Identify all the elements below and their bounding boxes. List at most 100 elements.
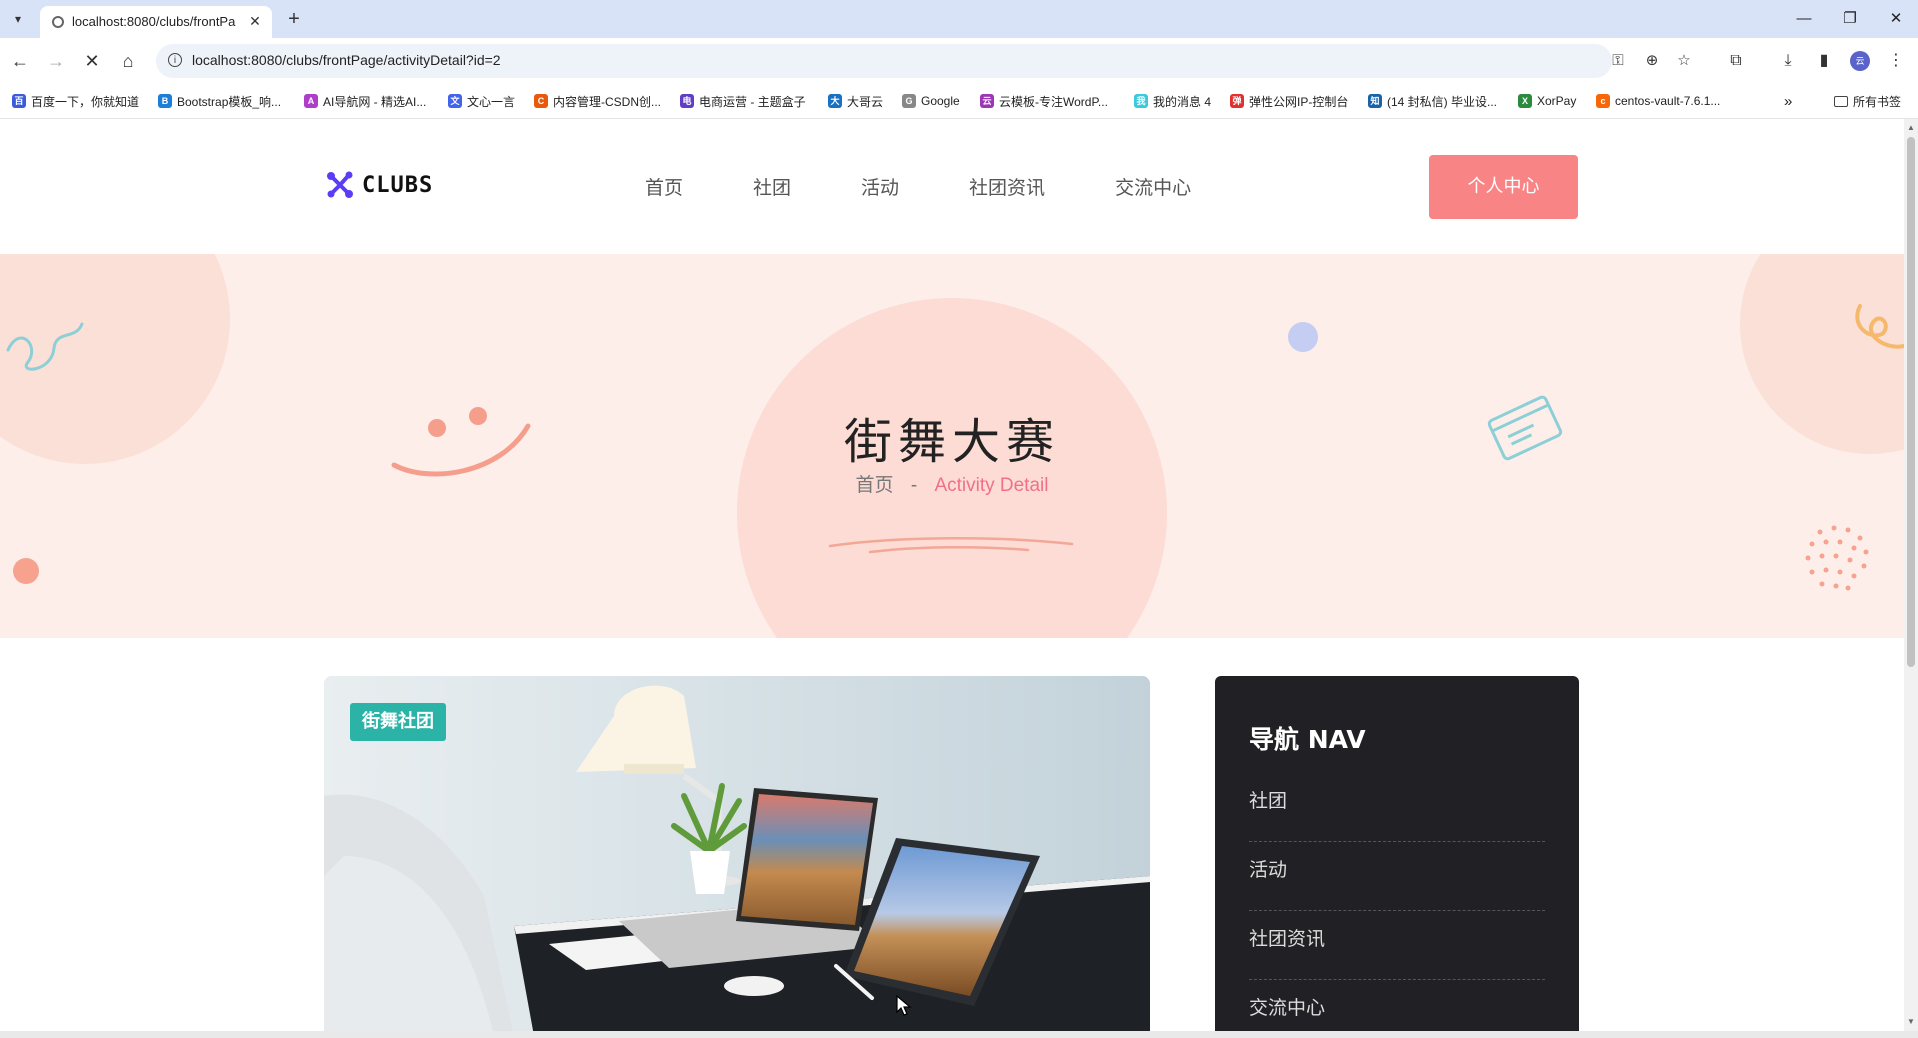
- breadcrumb-separator: -: [910, 475, 918, 496]
- sidebar-item-club-news[interactable]: 社团资讯: [1249, 910, 1545, 980]
- all-bookmarks-folder[interactable]: 所有书签: [1834, 92, 1901, 110]
- minimize-icon[interactable]: —: [1784, 8, 1824, 30]
- download-icon[interactable]: ⤓: [1776, 49, 1800, 73]
- breadcrumb-current: Activity Detail: [934, 475, 1049, 496]
- bookmark-centos-vault[interactable]: c centos-vault-7.6.1...: [1596, 92, 1720, 110]
- bookmark-label: 弹性公网IP-控制台: [1249, 94, 1349, 109]
- bookmarks-bar: 百百度一下，你就知道 B Bootstrap模板_响... A AI导航网 - 精选AI…: [0, 84, 1918, 119]
- bookmark-label: (14 封私信) 毕业设...: [1387, 94, 1498, 109]
- page-banner: 街舞大赛 首页 - Activity Detail: [0, 254, 1904, 638]
- browser-toolbar: ← → ✕ ⌂ i localhost:8080/clubs/frontPage…: [0, 38, 1918, 84]
- mouse-cursor-icon: [896, 995, 912, 1016]
- bookmark-label: AI导航网 - 精选AI...: [323, 94, 427, 109]
- nav-home[interactable]: 首页: [645, 173, 683, 200]
- sidebar-item-forum[interactable]: 交流中心: [1249, 979, 1545, 1031]
- nav-activities[interactable]: 活动: [861, 173, 899, 200]
- sidebar-item-label: 社团资讯: [1249, 928, 1326, 950]
- stop-loading-icon[interactable]: ✕: [80, 49, 104, 73]
- bookmark-baidu[interactable]: 百百度一下，你就知道: [12, 92, 139, 110]
- address-bar[interactable]: i localhost:8080/clubs/frontPage/activit…: [156, 44, 1691, 78]
- scroll-down-arrow-icon[interactable]: ▼: [1904, 1015, 1918, 1029]
- sidebar-item-activities[interactable]: 活动: [1249, 841, 1545, 911]
- bookmark-wenxin[interactable]: 文文心一言: [448, 92, 515, 110]
- breadcrumb: 首页 - Activity Detail: [0, 470, 1904, 497]
- bookmark-csdn[interactable]: C 内容管理-CSDN创...: [534, 92, 661, 110]
- main-nav: 首页 社团 活动 社团资讯 交流中心: [645, 173, 1261, 200]
- site-info-icon[interactable]: i: [168, 53, 182, 67]
- bookmark-label: 百度一下，你就知道: [31, 94, 140, 109]
- horizontal-scrollbar[interactable]: [0, 1031, 1918, 1038]
- bookmark-label: XorPay: [1537, 94, 1577, 108]
- bookmark-label: 电商运营 - 主题盒子: [699, 94, 806, 109]
- bookmark-ai-nav[interactable]: A AI导航网 - 精选AI...: [304, 92, 426, 110]
- dage-cloud-favicon-icon: 大: [828, 94, 842, 108]
- bookmark-elastic-ip[interactable]: 弹弹性公网IP-控制台: [1230, 92, 1348, 110]
- scroll-up-arrow-icon[interactable]: ▲: [1904, 121, 1918, 135]
- club-category-badge[interactable]: 街舞社团: [350, 703, 446, 741]
- restore-icon[interactable]: ❐: [1830, 8, 1870, 30]
- zhihu-messages-favicon-icon: 知: [1368, 94, 1382, 108]
- vertical-scrollbar[interactable]: ▲ ▼: [1904, 119, 1918, 1031]
- bookmark-ecommerce[interactable]: 电电商运营 - 主题盒子: [680, 92, 806, 110]
- ai-nav-favicon-icon: A: [304, 94, 318, 108]
- centos-vault-favicon-icon: c: [1596, 94, 1610, 108]
- bookmark-my-messages[interactable]: 我我的消息 4: [1134, 92, 1211, 110]
- close-tab-icon[interactable]: ✕: [246, 12, 264, 30]
- close-window-icon[interactable]: ✕: [1876, 8, 1916, 30]
- all-bookmarks-label: 所有书签: [1853, 94, 1902, 109]
- logo-text: CLUBS: [362, 172, 434, 198]
- url-text[interactable]: localhost:8080/clubs/frontPage/activityD…: [192, 52, 501, 68]
- browser-tab-active[interactable]: localhost:8080/clubs/frontPa ✕: [40, 6, 272, 38]
- bookmark-zhihu-messages[interactable]: 知 (14 封私信) 毕业设...: [1368, 92, 1497, 110]
- page-title: 街舞大赛: [843, 414, 1060, 470]
- profile-avatar[interactable]: 云: [1850, 51, 1870, 71]
- extensions-puzzle-icon[interactable]: ⧉: [1724, 49, 1748, 73]
- side-panel-icon[interactable]: ▮: [1812, 49, 1836, 73]
- bookmark-yun-template[interactable]: 云云模板-专注WordP...: [980, 92, 1108, 110]
- back-arrow-icon[interactable]: ←: [8, 49, 32, 73]
- elastic-ip-favicon-icon: 弹: [1230, 94, 1244, 108]
- my-messages-favicon-icon: 我: [1134, 94, 1148, 108]
- bookmark-google[interactable]: G Google: [902, 92, 960, 110]
- more-bookmarks-chevron-icon[interactable]: »: [1784, 92, 1792, 110]
- more-menu-icon[interactable]: ⋮: [1884, 49, 1908, 73]
- home-icon[interactable]: ⌂: [116, 49, 140, 73]
- personal-center-button[interactable]: 个人中心: [1429, 155, 1578, 219]
- bookmark-bootstrap[interactable]: B Bootstrap模板_响...: [158, 92, 281, 110]
- page-viewport: CLUBS 首页 社团 活动 社团资讯 交流中心 个人中心 街舞大赛 首页 - …: [0, 119, 1904, 1031]
- bookmark-label: 内容管理-CSDN创...: [553, 94, 662, 109]
- baidu-favicon-icon: 百: [12, 94, 26, 108]
- bookmark-star-icon[interactable]: ☆: [1674, 52, 1694, 70]
- desk-laptop-photo: [324, 676, 1150, 1031]
- sidebar-item-label: 社团: [1249, 790, 1288, 812]
- folder-icon: [1834, 95, 1848, 107]
- sidebar-item-label: 交流中心: [1249, 997, 1326, 1019]
- nav-forum[interactable]: 交流中心: [1115, 173, 1191, 200]
- nav-clubs[interactable]: 社团: [753, 173, 791, 200]
- activity-cover-image: 街舞社团: [324, 676, 1150, 1031]
- key-icon[interactable]: ⚿: [1608, 52, 1628, 70]
- breadcrumb-home-link[interactable]: 首页: [856, 474, 894, 496]
- bookmark-xorpay[interactable]: X XorPay: [1518, 92, 1576, 110]
- browser-tab-bar: ▾ localhost:8080/clubs/frontPa ✕ + — ❐ ✕: [0, 0, 1918, 38]
- tab-search-chevron-icon[interactable]: ▾: [8, 9, 28, 29]
- sidebar-title: 导航 NAV: [1249, 725, 1366, 754]
- bootstrap-favicon-icon: B: [158, 94, 172, 108]
- zoom-icon[interactable]: ⊕: [1642, 52, 1662, 70]
- bookmark-label: 云模板-专注WordP...: [999, 94, 1108, 109]
- ecommerce-favicon-icon: 电: [680, 94, 694, 108]
- nav-club-news[interactable]: 社团资讯: [969, 173, 1045, 200]
- bookmark-label: 我的消息 4: [1153, 94, 1212, 109]
- site-logo[interactable]: CLUBS: [326, 171, 433, 199]
- wenxin-favicon-icon: 文: [448, 94, 462, 108]
- sidebar-item-clubs[interactable]: 社团: [1249, 772, 1545, 842]
- scrollbar-thumb[interactable]: [1907, 137, 1915, 667]
- forward-arrow-icon[interactable]: →: [44, 49, 68, 73]
- clubs-logo-icon: [326, 171, 354, 199]
- bookmark-dage-cloud[interactable]: 大大哥云: [828, 92, 883, 110]
- new-tab-plus-icon[interactable]: +: [282, 8, 306, 32]
- bookmark-label: Google: [921, 94, 960, 108]
- bookmark-label: 大哥云: [847, 94, 884, 109]
- bookmark-label: 文心一言: [467, 94, 516, 109]
- yun-template-favicon-icon: 云: [980, 94, 994, 108]
